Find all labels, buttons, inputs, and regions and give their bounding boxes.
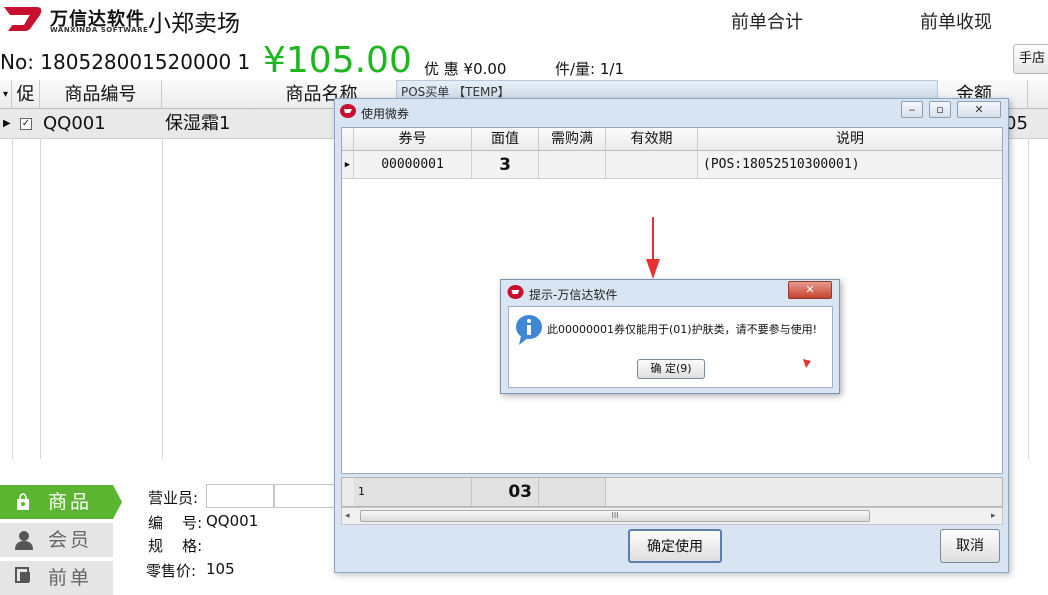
wanxinda-logo-icon — [4, 7, 42, 31]
product-code: QQ001 — [43, 113, 106, 134]
scroll-thumb[interactable]: III — [360, 510, 870, 522]
close-button[interactable]: ✕ — [957, 101, 1001, 118]
alert-dialog: 提示-万信达软件 ✕ 此00000001券仅能用于(01)护肤类，请不要参与使用… — [500, 279, 840, 394]
retail-price-value: 105 — [206, 560, 235, 578]
coupon-window-title: 使用微券 — [361, 107, 410, 121]
col-product-code[interactable]: 商品编号 — [40, 80, 162, 109]
col-valid-until[interactable]: 有效期 — [606, 128, 698, 151]
pos-checkout-window-strip: POS买单 【TEMP】 — [396, 80, 938, 100]
grid-divider — [12, 139, 13, 459]
col-description[interactable]: 说明 — [698, 128, 1002, 151]
summary-cell — [539, 478, 606, 506]
app-logo-icon — [340, 104, 356, 118]
scroll-right-icon[interactable]: ▸ — [991, 508, 996, 524]
tab-products-label: 商品 — [48, 491, 93, 513]
spec-label: 规 格: — [148, 537, 203, 555]
user-icon — [15, 531, 33, 550]
code-value: QQ001 — [206, 512, 259, 530]
col-coupon-no[interactable]: 券号 — [354, 128, 472, 151]
alert-close-button[interactable]: ✕ — [788, 281, 832, 299]
summary-count: 1 — [354, 478, 472, 506]
coupon-valid-until — [606, 151, 698, 179]
retail-price-label: 零售价: — [146, 562, 197, 580]
minimize-button[interactable]: ‒ — [901, 101, 923, 118]
row-selector-header: ▾ — [0, 80, 12, 109]
store-name: 小郑卖场 — [148, 11, 240, 37]
scroll-left-icon[interactable]: ◂ — [345, 508, 350, 524]
alert-message: 此00000001券仅能用于(01)护肤类，请不要参与使用! — [547, 323, 817, 336]
product-name: 保湿霜1 — [165, 113, 231, 134]
grid-divider — [1028, 139, 1029, 459]
prev-order-received-label: 前单收现 — [920, 12, 992, 33]
item-quantity: 件/量: 1/1 — [555, 60, 625, 78]
code-label: 编 号: — [148, 514, 203, 532]
salesperson-input[interactable] — [206, 484, 274, 508]
header-bar: 万信达软件 WANXINDA SOFTWARE 小郑卖场 前单合计 前单收现 N… — [0, 0, 1048, 81]
salesperson-label: 营业员: — [148, 489, 199, 507]
tab-previous-order-label: 前单 — [48, 567, 93, 589]
shopping-bag-icon — [17, 493, 29, 510]
order-number: No: 180528001520000 1 — [0, 50, 251, 74]
horizontal-scrollbar[interactable]: ◂ III ▸ — [341, 507, 1003, 525]
annotation-arrow-icon — [646, 217, 660, 279]
coupon-table-header: 券号 面值 需购满 有效期 说明 — [342, 128, 1002, 151]
app-logo-icon — [507, 285, 524, 299]
tab-products[interactable]: 商品 — [0, 485, 113, 519]
brand-name-en: WANXINDA SOFTWARE — [50, 26, 149, 34]
salesperson-name-field[interactable] — [274, 484, 336, 508]
tab-members[interactable]: 会员 — [0, 523, 113, 557]
alert-body: 此00000001券仅能用于(01)护肤类，请不要参与使用! 确 定(9) — [508, 306, 833, 388]
coupon-min-purchase — [539, 151, 606, 179]
summary-total: 03 — [472, 478, 539, 506]
promo-checkbox[interactable]: ✓ — [20, 118, 32, 130]
col-promo[interactable]: 促 — [12, 80, 40, 109]
tab-previous-order[interactable]: 前单 — [0, 561, 113, 595]
col-min-purchase[interactable]: 需购满 — [539, 128, 606, 151]
confirm-use-button[interactable]: 确定使用 — [628, 529, 722, 563]
coupon-summary-row: 1 03 — [341, 477, 1003, 507]
order-total: ¥105.00 — [263, 40, 412, 81]
coupon-description: (POS:18052510300001) — [703, 157, 860, 172]
row-pointer-icon: ▶ — [3, 118, 11, 129]
mouse-cursor-icon — [803, 359, 811, 368]
info-icon — [516, 315, 542, 345]
ok-button[interactable]: 确 定(9) — [637, 359, 705, 379]
table-row[interactable]: ▶ 00000001 3 (POS:18052510300001) — [342, 151, 1002, 179]
receipt-icon — [15, 567, 30, 583]
col-face-value[interactable]: 面值 — [472, 128, 539, 151]
alert-title: 提示-万信达软件 — [529, 288, 618, 302]
prev-order-total-label: 前单合计 — [731, 12, 803, 33]
cancel-button[interactable]: 取消 — [940, 529, 1000, 563]
grid-divider — [40, 139, 41, 459]
row-pointer-icon: ▶ — [342, 151, 354, 179]
maximize-button[interactable]: ▫ — [929, 101, 951, 118]
discount-amount: 优 惠 ¥0.00 — [424, 60, 507, 78]
tab-members-label: 会员 — [48, 529, 93, 551]
row-selector-header — [342, 128, 354, 151]
manual-button[interactable]: 手店 — [1013, 44, 1048, 74]
grid-divider — [162, 139, 163, 459]
active-tab-pointer — [113, 485, 122, 519]
coupon-no: 00000001 — [354, 151, 472, 179]
coupon-face-value: 3 — [472, 151, 539, 179]
